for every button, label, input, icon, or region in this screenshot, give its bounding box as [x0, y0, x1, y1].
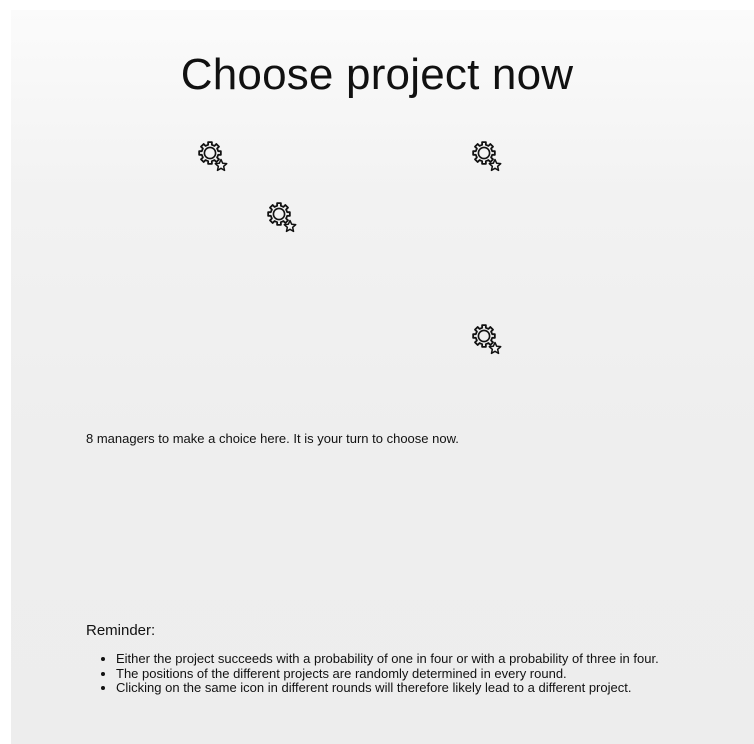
- gear-star-icon: [472, 141, 502, 172]
- gear-icon: [472, 141, 496, 165]
- status-message: 8 managers to make a choice here. It is …: [86, 431, 459, 446]
- reminder-heading: Reminder:: [86, 622, 156, 639]
- project-gear-star-icon[interactable]: [265, 201, 299, 235]
- gear-icon: [267, 202, 291, 226]
- project-gear-star-icon[interactable]: [470, 140, 504, 174]
- gear-star-icon: [198, 141, 228, 172]
- gear-center: [203, 146, 217, 160]
- project-gear-star-icon[interactable]: [470, 323, 504, 357]
- gear-center: [477, 146, 491, 160]
- gear-center: [477, 329, 491, 343]
- gear-star-icon: [472, 324, 502, 355]
- gear-icon: [472, 324, 496, 348]
- reminder-item: Clicking on the same icon in different r…: [116, 680, 736, 696]
- gear-star-icon: [267, 202, 297, 233]
- gear-center: [272, 207, 286, 221]
- project-gear-star-icon[interactable]: [196, 140, 230, 174]
- reminder-item: The positions of the different projects …: [116, 666, 736, 682]
- reminder-item: Either the project succeeds with a proba…: [116, 651, 736, 667]
- page-title: Choose project now: [180, 50, 574, 99]
- reminder-list: Either the project succeeds with a proba…: [86, 651, 736, 696]
- gear-icon: [198, 141, 222, 165]
